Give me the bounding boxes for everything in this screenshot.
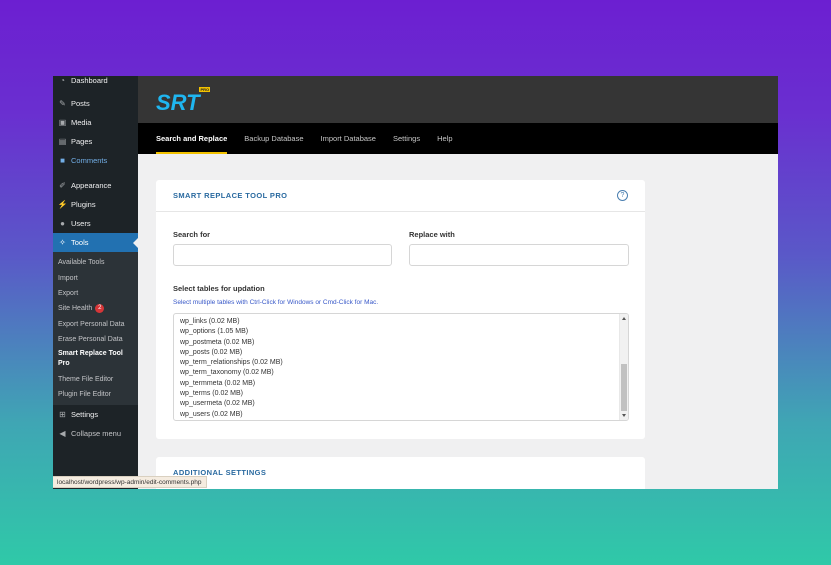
sidebar-item-plugins[interactable]: ⚡ Plugins: [53, 195, 138, 214]
sidebar-item-pages[interactable]: ▤ Pages: [53, 132, 138, 151]
brush-icon: ✐: [59, 181, 66, 190]
submenu-item-plugin-file-editor[interactable]: Plugin File Editor: [53, 387, 138, 402]
card-header: SMART REPLACE TOOL PRO ?: [156, 180, 645, 212]
collapse-menu-button[interactable]: ◀ Collapse menu: [53, 424, 138, 443]
list-item[interactable]: wp_usermeta (0.02 MB): [174, 399, 628, 409]
submenu-item-erase-personal-data[interactable]: Erase Personal Data: [53, 332, 138, 347]
submenu-item-import[interactable]: Import: [53, 270, 138, 285]
submenu-label: Export: [58, 289, 79, 297]
srt-logo: SRT PRO: [156, 87, 210, 114]
search-label: Search for: [173, 230, 211, 239]
sidebar-item-comments[interactable]: ■ Comments: [53, 151, 138, 170]
plug-icon: ⚡: [57, 200, 68, 209]
tools-submenu: Available Tools Import Export Site Healt…: [53, 252, 138, 406]
sidebar-item-users[interactable]: ● Users: [53, 214, 138, 233]
sidebar-item-appearance[interactable]: ✐ Appearance: [53, 176, 138, 195]
tab-settings[interactable]: Settings: [393, 123, 420, 154]
replace-label: Replace with: [409, 230, 455, 239]
list-item[interactable]: wp_users (0.02 MB): [174, 410, 628, 420]
list-scrollbar[interactable]: [619, 314, 628, 420]
tables-hint: Select multiple tables with Ctrl-Click f…: [173, 299, 379, 306]
user-icon: ●: [60, 219, 65, 228]
help-icon[interactable]: ?: [617, 190, 628, 201]
submenu-label: Smart Replace Tool Pro: [58, 350, 123, 368]
sidebar-item-label: Tools: [71, 238, 89, 247]
sidebar-item-tools[interactable]: ✧ Tools: [53, 233, 138, 252]
collapse-icon: ◀: [59, 429, 66, 439]
notification-badge: 2: [95, 304, 105, 314]
list-item[interactable]: wp_term_taxonomy (0.02 MB): [174, 368, 628, 378]
submenu-label: Plugin File Editor: [58, 390, 111, 398]
browser-status-url: localhost/wordpress/wp-admin/edit-commen…: [53, 476, 207, 488]
card-title: SMART REPLACE TOOL PRO: [173, 191, 288, 200]
submenu-label: Site Health: [58, 305, 93, 313]
sidebar-item-label: Pages: [71, 137, 93, 146]
scroll-up-arrow-icon[interactable]: [622, 317, 626, 320]
sidebar-item-label: Users: [71, 219, 91, 228]
sidebar-item-label: Appearance: [71, 181, 112, 190]
sidebar-item-label: Plugins: [71, 200, 96, 209]
submenu-item-export-personal-data[interactable]: Export Personal Data: [53, 317, 138, 332]
list-item[interactable]: wp_term_relationships (0.02 MB): [174, 358, 628, 368]
list-item[interactable]: wp_postmeta (0.02 MB): [174, 338, 628, 348]
submenu-label: Theme File Editor: [58, 375, 114, 383]
search-input[interactable]: [173, 244, 392, 266]
sidebar-item-label: Dashboard: [71, 76, 108, 85]
additional-settings-card: ADDITIONAL SETTINGS: [156, 457, 645, 489]
submenu-label: Import: [58, 274, 78, 282]
scroll-thumb[interactable]: [621, 364, 627, 411]
tab-backup-database[interactable]: Backup Database: [244, 123, 303, 154]
logo-text: SRT: [156, 90, 201, 114]
search-replace-card: SMART REPLACE TOOL PRO ? Search for Repl…: [156, 180, 645, 439]
submenu-label: Erase Personal Data: [58, 336, 123, 344]
sidebar-item-media[interactable]: ▣ Media: [53, 113, 138, 132]
list-item[interactable]: wp_termmeta (0.02 MB): [174, 379, 628, 389]
sidebar-item-settings[interactable]: ⊞ Settings: [53, 405, 138, 424]
sidebar-item-label: Settings: [71, 410, 99, 420]
sidebar-item-label: Posts: [71, 99, 90, 108]
list-item[interactable]: wp_terms (0.02 MB): [174, 389, 628, 399]
sidebar-item-label: Comments: [71, 156, 108, 165]
sidebar-item-dashboard[interactable]: ◔ Dashboard: [53, 76, 138, 88]
submenu-label: Available Tools: [58, 259, 105, 267]
tables-select[interactable]: wp_links (0.02 MB) wp_options (1.05 MB) …: [173, 313, 629, 421]
tab-import-database[interactable]: Import Database: [321, 123, 376, 154]
sidebar-item-label: Media: [71, 118, 92, 127]
submenu-item-theme-file-editor[interactable]: Theme File Editor: [53, 371, 138, 386]
submenu-item-site-health[interactable]: Site Health 2: [53, 301, 138, 316]
scroll-down-arrow-icon[interactable]: [622, 414, 626, 417]
replace-input[interactable]: [409, 244, 629, 266]
submenu-label: Export Personal Data: [58, 320, 125, 328]
logo-badge-text: PRO: [201, 87, 210, 92]
settings-icon: ⊞: [59, 410, 66, 420]
tables-label: Select tables for updation: [173, 284, 265, 293]
media-icon: ▣: [58, 118, 67, 127]
page-icon: ▤: [58, 137, 67, 146]
browser-window: ◔ Dashboard ✎ Posts ▣ Media ▤ Pages ■ Co…: [53, 76, 778, 489]
submenu-item-export[interactable]: Export: [53, 286, 138, 301]
plugin-header: SRT PRO: [138, 76, 778, 123]
tab-search-and-replace[interactable]: Search and Replace: [156, 123, 228, 154]
tab-help[interactable]: Help: [437, 123, 452, 154]
main-content: SRT PRO Search and Replace Backup Databa…: [138, 76, 778, 489]
list-item[interactable]: wp_posts (0.02 MB): [174, 348, 628, 358]
wrench-icon: ✧: [59, 238, 66, 247]
sidebar-item-posts[interactable]: ✎ Posts: [53, 94, 138, 113]
list-item[interactable]: wp_links (0.02 MB): [174, 317, 628, 327]
sidebar-item-label: Collapse menu: [71, 429, 122, 439]
admin-sidebar: ◔ Dashboard ✎ Posts ▣ Media ▤ Pages ■ Co…: [53, 76, 138, 489]
submenu-item-available-tools[interactable]: Available Tools: [53, 255, 138, 270]
dashboard-icon: ◔: [60, 76, 65, 85]
comment-icon: ■: [60, 156, 65, 165]
list-item[interactable]: wp_options (1.05 MB): [174, 327, 628, 337]
plugin-tabs: Search and Replace Backup Database Impor…: [138, 123, 778, 154]
submenu-item-smart-replace-tool-pro[interactable]: Smart Replace Tool Pro: [53, 347, 138, 371]
pin-icon: ✎: [59, 99, 66, 108]
